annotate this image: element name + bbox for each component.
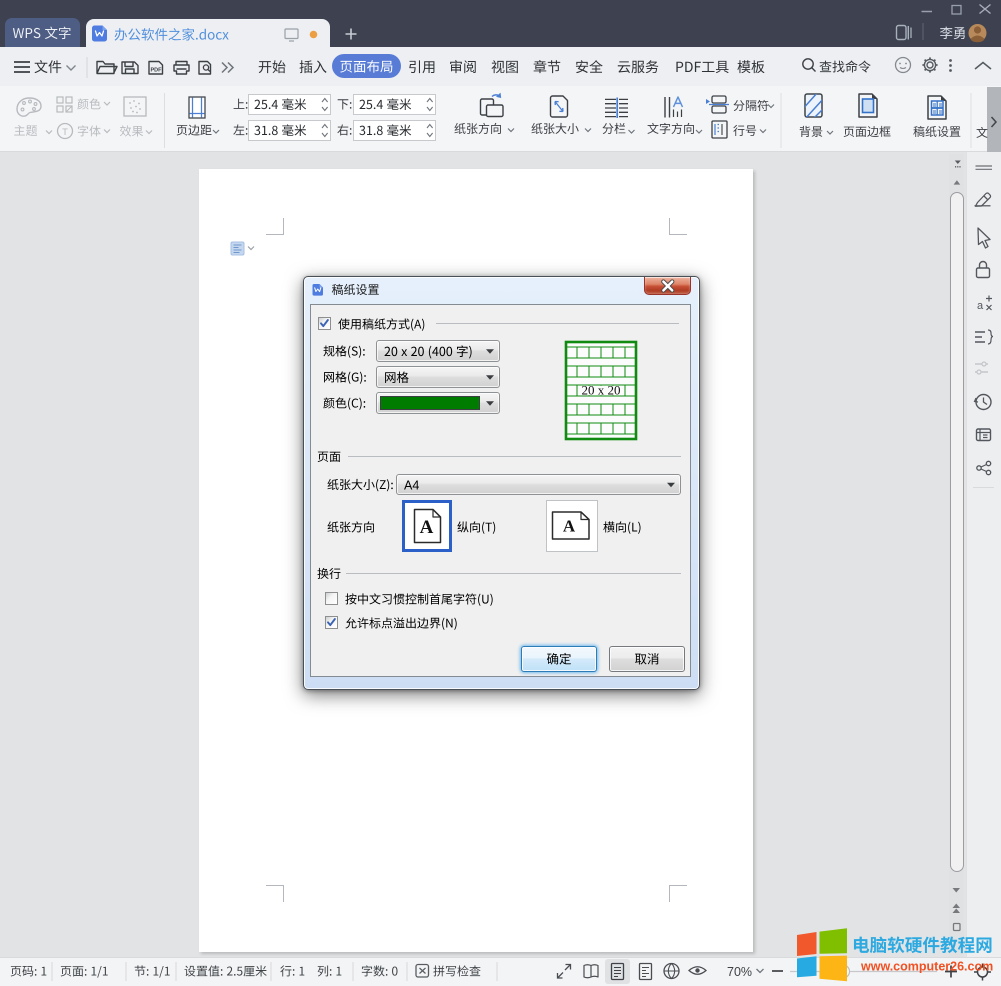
svg-text:A: A [563,517,576,536]
svg-text:20 x 20: 20 x 20 [582,383,621,398]
svg-text:a: a [977,300,984,312]
svg-text:T: T [62,127,68,138]
svg-text:A: A [420,517,434,538]
svg-text:A4: A4 [404,479,419,493]
svg-text:70%: 70% [727,965,752,979]
svg-text:PDF: PDF [151,68,163,74]
svg-text:www.computer26.com: www.computer26.com [860,960,993,974]
